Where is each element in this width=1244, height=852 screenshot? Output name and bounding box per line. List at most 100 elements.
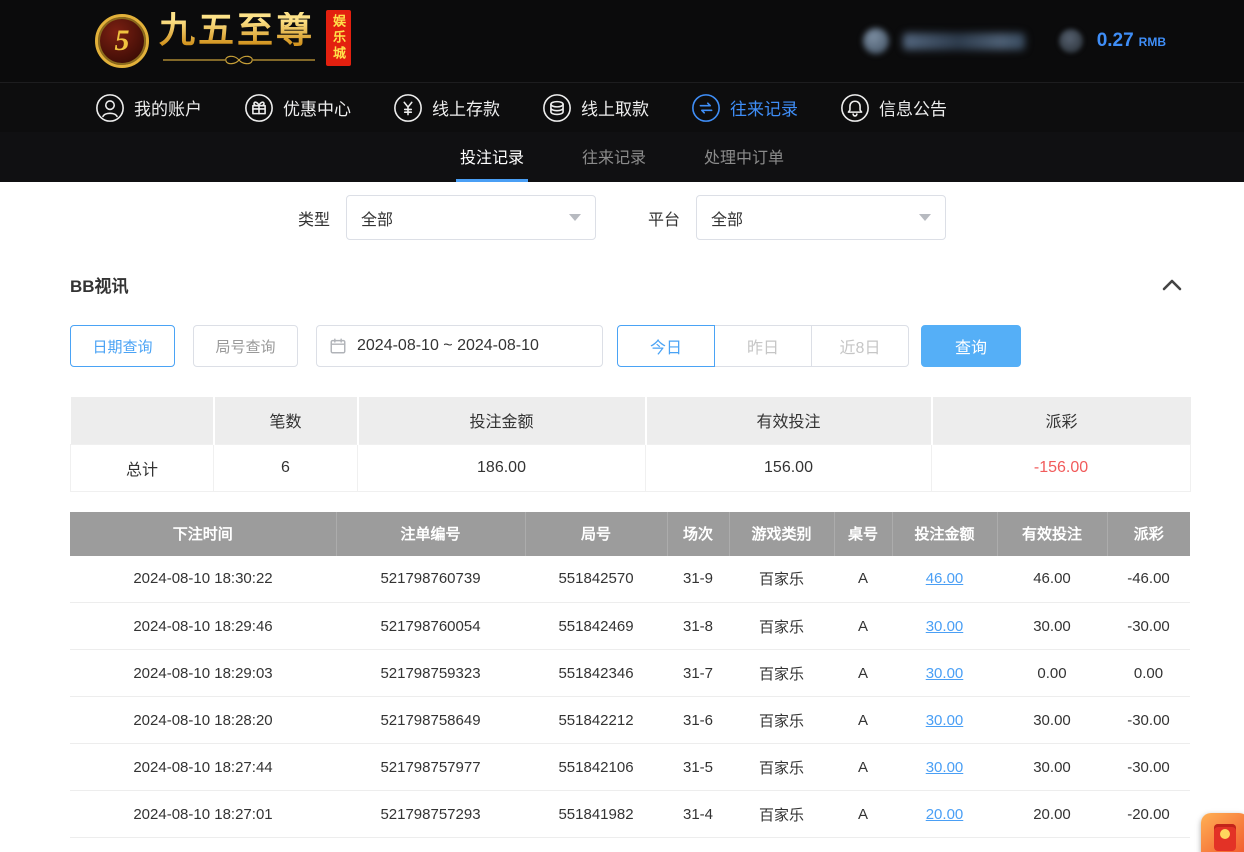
header-table-no: 桌号 bbox=[834, 512, 892, 556]
bet-time-cell: 2024-08-10 18:29:46 bbox=[70, 603, 336, 650]
summary-header-payout: 派彩 bbox=[932, 397, 1191, 444]
quick-range-group: 今日 昨日 近8日 bbox=[617, 325, 909, 367]
session-cell: 31-8 bbox=[667, 603, 729, 650]
order-id-cell: 521798758649 bbox=[336, 697, 525, 744]
tab-betting-records[interactable]: 投注记录 bbox=[456, 132, 528, 182]
session-cell: 31-5 bbox=[667, 744, 729, 791]
bet-time-cell: 2024-08-10 18:28:20 bbox=[70, 697, 336, 744]
balance-currency: RMB bbox=[1139, 35, 1166, 49]
platform-select[interactable]: 全部 bbox=[696, 195, 946, 240]
bet-amount-cell: 20.00 bbox=[892, 791, 997, 838]
bet-time-cell: 2024-08-10 18:27:01 bbox=[70, 791, 336, 838]
summary-total-payout: -156.00 bbox=[932, 444, 1191, 491]
top-bar: 5 九五至尊 娱乐城 0.27 RMB bbox=[0, 0, 1244, 82]
nav-item-announcements[interactable]: 信息公告 bbox=[840, 93, 947, 123]
header-order-id: 注单编号 bbox=[336, 512, 525, 556]
nav-item-withdraw[interactable]: 线上取款 bbox=[542, 93, 649, 123]
nav-item-transaction-records[interactable]: 往来记录 bbox=[691, 93, 798, 123]
date-range-input[interactable]: 2024-08-10 ~ 2024-08-10 bbox=[316, 325, 603, 367]
bet-amount-link[interactable]: 30.00 bbox=[926, 665, 964, 682]
balance-display: 0.27 RMB bbox=[1097, 30, 1166, 52]
tab-transaction-records[interactable]: 往来记录 bbox=[578, 132, 650, 182]
username-redacted[interactable] bbox=[903, 33, 1025, 50]
nav-label: 优惠中心 bbox=[283, 95, 351, 120]
bet-amount-link[interactable]: 46.00 bbox=[926, 570, 964, 587]
search-button[interactable]: 查询 bbox=[921, 325, 1021, 367]
summary-total-count: 6 bbox=[214, 444, 358, 491]
valid-bet-cell: 30.00 bbox=[997, 603, 1107, 650]
bet-amount-link[interactable]: 20.00 bbox=[926, 806, 964, 823]
user-icon bbox=[95, 93, 125, 123]
table-row: 2024-08-10 18:29:46521798760054551842469… bbox=[70, 603, 1190, 650]
date-query-button[interactable]: 日期查询 bbox=[70, 325, 175, 367]
summary-header-empty bbox=[71, 397, 214, 444]
order-id-cell: 521798757293 bbox=[336, 791, 525, 838]
logo-title: 九五至尊 bbox=[159, 12, 319, 50]
round-query-button[interactable]: 局号查询 bbox=[193, 325, 298, 367]
bet-amount-cell: 30.00 bbox=[892, 603, 997, 650]
main-nav: 我的账户 优惠中心 线上存款 线上取款 往来记录 bbox=[0, 82, 1244, 132]
nav-label: 线上取款 bbox=[581, 95, 649, 120]
game-type-cell: 百家乐 bbox=[729, 744, 834, 791]
record-tabstrip: 投注记录 往来记录 处理中订单 bbox=[0, 132, 1244, 182]
header-valid-bet: 有效投注 bbox=[997, 512, 1107, 556]
nav-item-my-account[interactable]: 我的账户 bbox=[95, 93, 202, 123]
bet-time-cell: 2024-08-10 18:30:22 bbox=[70, 556, 336, 603]
type-select-value: 全部 bbox=[361, 206, 393, 230]
summary-total-row: 总计 6 186.00 156.00 -156.00 bbox=[71, 444, 1191, 491]
header-bet-time: 下注时间 bbox=[70, 512, 336, 556]
header-game-type: 游戏类别 bbox=[729, 512, 834, 556]
bet-amount-link[interactable]: 30.00 bbox=[926, 618, 964, 635]
game-type-cell: 百家乐 bbox=[729, 791, 834, 838]
bet-amount-link[interactable]: 30.00 bbox=[926, 712, 964, 729]
collapse-section-button[interactable] bbox=[1162, 278, 1182, 291]
valid-bet-cell: 20.00 bbox=[997, 791, 1107, 838]
payout-cell: -30.00 bbox=[1107, 744, 1190, 791]
section-title: BB视讯 bbox=[70, 272, 129, 297]
game-type-cell: 百家乐 bbox=[729, 697, 834, 744]
avatar[interactable] bbox=[863, 28, 889, 54]
table-row: 2024-08-10 18:27:01521798757293551841982… bbox=[70, 791, 1190, 838]
type-select[interactable]: 全部 bbox=[346, 195, 596, 240]
chevron-up-icon bbox=[1162, 278, 1182, 291]
nav-item-deposit[interactable]: 线上存款 bbox=[393, 93, 500, 123]
summary-header-bet: 投注金额 bbox=[358, 397, 646, 444]
game-type-cell: 百家乐 bbox=[729, 556, 834, 603]
nav-item-promotions[interactable]: 优惠中心 bbox=[244, 93, 351, 123]
logo-text: 九五至尊 娱乐城 bbox=[159, 12, 353, 70]
section-head: BB视讯 bbox=[70, 272, 1182, 297]
refresh-balance-icon[interactable] bbox=[1059, 29, 1083, 53]
account-area: 0.27 RMB bbox=[863, 28, 1166, 54]
calendar-icon bbox=[329, 337, 347, 355]
logo-badge: 娱乐城 bbox=[326, 10, 351, 66]
bet-amount-link[interactable]: 30.00 bbox=[926, 759, 964, 776]
order-id-cell: 521798757977 bbox=[336, 744, 525, 791]
bet-table-body: 2024-08-10 18:30:22521798760739551842570… bbox=[70, 556, 1190, 838]
records-icon bbox=[691, 93, 721, 123]
summary-table: 笔数 投注金额 有效投注 派彩 总计 6 186.00 156.00 -156.… bbox=[70, 397, 1191, 492]
valid-bet-cell: 30.00 bbox=[997, 744, 1107, 791]
date-range-value: 2024-08-10 ~ 2024-08-10 bbox=[357, 337, 539, 355]
tab-processing-orders[interactable]: 处理中订单 bbox=[700, 132, 788, 182]
chevron-down-icon bbox=[569, 214, 581, 221]
filter-row: 类型 全部 平台 全部 bbox=[0, 195, 1244, 240]
promo-float-icon[interactable] bbox=[1201, 813, 1244, 852]
game-type-cell: 百家乐 bbox=[729, 603, 834, 650]
today-button[interactable]: 今日 bbox=[617, 325, 715, 367]
yesterday-button[interactable]: 昨日 bbox=[714, 325, 812, 367]
bet-amount-cell: 30.00 bbox=[892, 697, 997, 744]
withdraw-icon bbox=[542, 93, 572, 123]
table-no-cell: A bbox=[834, 603, 892, 650]
site-logo[interactable]: 5 九五至尊 娱乐城 bbox=[95, 12, 353, 70]
logo-emblem-icon: 5 bbox=[95, 14, 149, 68]
game-type-cell: 百家乐 bbox=[729, 650, 834, 697]
round-id-cell: 551842106 bbox=[525, 744, 667, 791]
payout-cell: -46.00 bbox=[1107, 556, 1190, 603]
last-8-days-button[interactable]: 近8日 bbox=[811, 325, 909, 367]
bet-table-header-row: 下注时间 注单编号 局号 场次 游戏类别 桌号 投注金额 有效投注 派彩 bbox=[70, 512, 1190, 556]
order-id-cell: 521798759323 bbox=[336, 650, 525, 697]
round-id-cell: 551842570 bbox=[525, 556, 667, 603]
order-id-cell: 521798760054 bbox=[336, 603, 525, 650]
nav-label: 我的账户 bbox=[134, 95, 202, 120]
session-cell: 31-9 bbox=[667, 556, 729, 603]
